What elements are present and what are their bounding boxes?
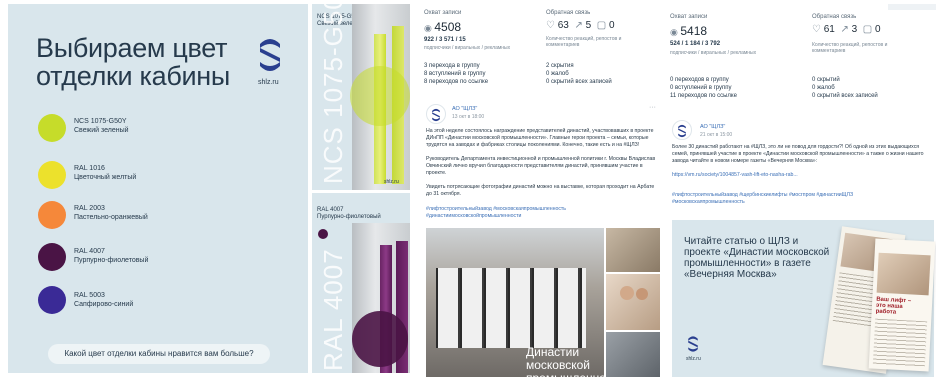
swatch-orange xyxy=(38,201,66,229)
newspaper-headline: Ваш лифт – это наша работа xyxy=(875,296,912,316)
shlz-logo-icon xyxy=(432,108,440,122)
purple-dot xyxy=(318,229,328,239)
shlz-logo-icon xyxy=(260,39,280,71)
comment-icon: ▢ xyxy=(596,20,607,31)
reach-hint: подписчики / виральных / рекламных xyxy=(424,45,511,51)
avatar[interactable] xyxy=(672,120,692,140)
green-cabin-card: NCS 1075-G50Y Свежий зеленый NCS 1075-G50… xyxy=(312,4,410,190)
vertical-code: NCS 1075-G50Y xyxy=(318,4,348,184)
share-icon: ↗ xyxy=(840,24,849,35)
poll-question[interactable]: Какой цвет отделки кабины нравится вам б… xyxy=(48,344,270,364)
color-label-3: RAL 2003 Пастельно-оранжевый xyxy=(74,205,148,221)
feedback-hint: Количество реакций, репостов и комментар… xyxy=(812,42,888,54)
photo-stands xyxy=(436,268,586,348)
post-stats-1: Охват записи ◉ 4508 922 / 3 571 / 15 под… xyxy=(416,4,662,85)
color-label-4: RAL 4007 Пурпурно-фиолетовый xyxy=(74,248,149,264)
eye-icon: ◉ xyxy=(670,27,681,37)
post-stats-2: Охват записи ◉ 5418 524 / 1 184 / 3 792 … xyxy=(666,4,936,116)
shlz-logo-icon xyxy=(688,336,698,352)
thumbnail-photo[interactable] xyxy=(606,228,660,272)
post-2: АО "ЩЛЗ" 21 окт в 15:00 Более 30 династи… xyxy=(666,116,936,377)
post-text: Более 30 династий работают на #ЩЛЗ, это … xyxy=(672,144,924,164)
reach-breakdown: 524 / 1 184 / 3 792 xyxy=(670,41,721,47)
reach-value: ◉ 4508 xyxy=(424,20,462,34)
group-stats: 0 переходов в группу 0 вступлений в групп… xyxy=(670,77,737,99)
exhibition-photo[interactable]: Династии московской промышленно xyxy=(426,228,604,377)
swatch-blue xyxy=(38,286,66,314)
green-circle xyxy=(350,66,410,126)
share-icon: ↗ xyxy=(574,20,583,31)
promo-text: Читайте статью о ЩЛЗ и проекте «Династии… xyxy=(684,236,830,280)
comment-icon: ▢ xyxy=(862,24,873,35)
shlz-logo-icon xyxy=(678,124,686,138)
post-text: Увидеть потрясающие фотографии династий … xyxy=(426,184,655,197)
heart-icon: ♡ xyxy=(546,20,555,31)
purple-circle xyxy=(352,311,408,367)
post-link[interactable]: https://vm.ru/society/1004857-vash-lift-… xyxy=(672,172,934,179)
post-author[interactable]: АО "ЩЛЗ" xyxy=(700,124,725,130)
post-hashtags[interactable]: #лифтостроительныйзавод #московскаяпромы… xyxy=(426,206,626,220)
hide-stats: 2 скрытия 0 жалоб 0 скрытий всех записей xyxy=(546,63,612,85)
feedback-values: ♡ 61 ↗ 3 ▢ 0 xyxy=(812,24,881,35)
feedback-values: ♡ 63 ↗ 5 ▢ 0 xyxy=(546,20,615,31)
feedback-hint: Количество реакций, репостов и комментар… xyxy=(546,36,622,48)
purple-cabin-card: RAL 4007 Пурпурно-фиолетовый RAL 4007 xyxy=(312,193,410,373)
cabin-color-label: RAL 4007 Пурпурно-фиолетовый xyxy=(317,207,381,220)
post-text: Руководитель Департамента инвестиционной… xyxy=(426,156,656,176)
card-title: Выбираем цвет отделки кабины xyxy=(36,33,231,91)
photo-caption: Династии московской промышленно xyxy=(526,345,604,377)
vertical-code: RAL 4007 xyxy=(318,248,348,371)
reach-label: Охват записи xyxy=(670,14,708,20)
color-choice-card: Выбираем цвет отделки кабины shlz.ru NCS… xyxy=(8,4,308,373)
reach-hint: подписчики / виральных / рекламных xyxy=(670,50,757,56)
site-label: shlz.ru xyxy=(384,179,399,185)
feedback-label: Обратная связь xyxy=(546,10,591,16)
post-date[interactable]: 13 окт в 18:00 xyxy=(452,114,484,120)
swatch-yellow xyxy=(38,161,66,189)
reach-value: ◉ 5418 xyxy=(670,24,708,38)
post-1: АО "ЩЛЗ" 13 окт в 18:00 ··· На этой неде… xyxy=(420,98,662,377)
post-hashtags[interactable]: #лифтостроительныйзавод #щербинскиелифты… xyxy=(672,192,892,206)
more-icon[interactable]: ··· xyxy=(649,104,656,111)
thumbnail-photo[interactable] xyxy=(606,332,660,377)
thumbnail-photo[interactable] xyxy=(606,274,660,330)
site-label: shlz.ru xyxy=(686,356,701,362)
post-date[interactable]: 21 окт в 15:00 xyxy=(700,132,732,138)
swatch-purple xyxy=(38,243,66,271)
header-strip xyxy=(888,4,936,10)
avatar[interactable] xyxy=(426,104,446,124)
color-label-2: RAL 1016 Цветочный желтый xyxy=(74,165,137,181)
feedback-label: Обратная связь xyxy=(812,14,857,20)
swatch-green xyxy=(38,114,66,142)
group-stats: 3 перехода в группу 8 вступлений в группу… xyxy=(424,63,489,85)
hide-stats: 0 скрытий 0 жалоб 0 скрытий всех записей xyxy=(812,77,878,99)
color-label-1: NCS 1075-G50Y Свежий зеленый xyxy=(74,118,129,134)
reach-breakdown: 922 / 3 571 / 15 xyxy=(424,37,466,43)
eye-icon: ◉ xyxy=(424,23,435,33)
post-text: На этой неделе состоялось награждение пр… xyxy=(426,128,654,148)
newspaper-page: Ваш лифт – это наша работа xyxy=(868,238,936,372)
heart-icon: ♡ xyxy=(812,24,821,35)
post-author[interactable]: АО "ЩЛЗ" xyxy=(452,106,477,112)
promo-image[interactable]: Читайте статью о ЩЛЗ и проекте «Династии… xyxy=(672,220,936,377)
color-label-5: RAL 5003 Сапфирово-синий xyxy=(74,292,134,308)
collage: Выбираем цвет отделки кабины shlz.ru NCS… xyxy=(0,0,936,377)
site-label: shlz.ru xyxy=(258,79,279,86)
reach-label: Охват записи xyxy=(424,10,462,16)
